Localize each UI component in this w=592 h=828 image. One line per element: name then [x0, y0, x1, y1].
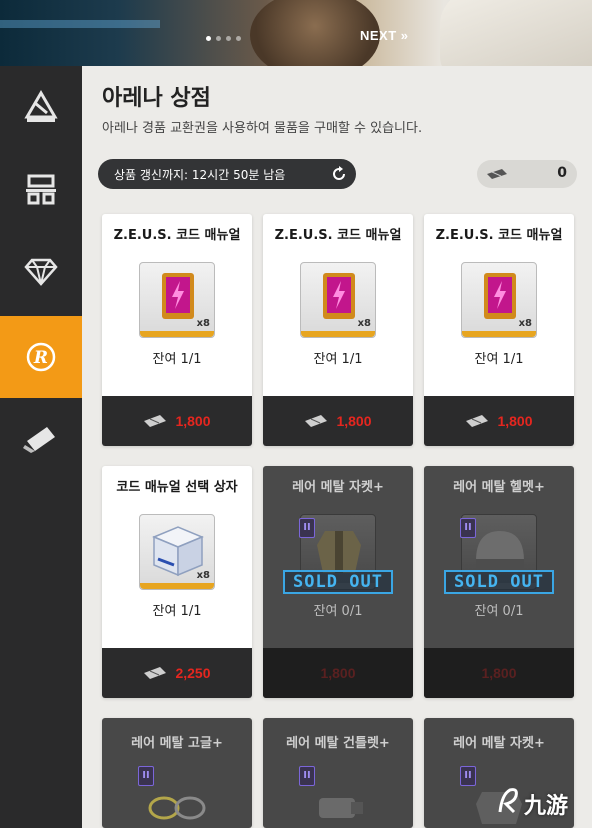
- ticket-icon: [23, 427, 55, 453]
- metal-gauntlet-icon: [319, 798, 363, 818]
- item-name: 레어 메탈 건틀렛+: [286, 736, 390, 751]
- shop-item-card[interactable]: Z.E.U.S. 코드 매뉴얼 x8 잔여 1/1 1,800: [424, 214, 574, 446]
- item-quantity: x8: [196, 318, 210, 329]
- arena-ticket-icon: [144, 667, 167, 679]
- item-price: 1,800: [320, 665, 356, 681]
- arena-icon: [24, 90, 58, 122]
- item-quantity: x8: [518, 318, 532, 329]
- shop-building-icon: [26, 174, 56, 205]
- refresh-timer-text: 상품 갱신까지: 12시간 50분 남음: [114, 167, 286, 182]
- purchase-price-button[interactable]: 2,250: [102, 648, 252, 698]
- item-name: 레어 메탈 고글+: [131, 736, 223, 751]
- arena-shop-panel: 아레나 상점 아레나 경품 교환권을 사용하여 물품을 구매할 수 있습니다. …: [82, 66, 592, 828]
- banner-dot[interactable]: [226, 36, 231, 41]
- banner-dot[interactable]: [236, 36, 241, 41]
- item-price: 1,800: [175, 413, 211, 429]
- item-name: Z.E.U.S. 코드 매뉴얼: [435, 228, 563, 243]
- currency-amount: 0: [557, 165, 567, 181]
- sold-out-stamp: SOLD OUT: [283, 570, 393, 594]
- sidebar-item-shop[interactable]: [0, 148, 82, 230]
- item-price: 1,800: [481, 665, 517, 681]
- item-tier-badge: II: [460, 518, 476, 538]
- purchase-price-button[interactable]: 1,800: [102, 396, 252, 446]
- item-thumbnail: x8: [139, 262, 215, 338]
- arena-ticket-icon: [144, 415, 167, 427]
- arena-ticket-icon: [487, 169, 507, 179]
- arena-r-icon: R: [26, 342, 56, 372]
- item-remaining: 잔여 1/1: [152, 352, 202, 367]
- shop-item-card[interactable]: 레어 메탈 건틀렛+ II: [263, 718, 413, 828]
- item-remaining: 잔여 0/1: [474, 604, 524, 619]
- item-quantity: x8: [357, 318, 371, 329]
- arena-ticket-icon: [305, 415, 328, 427]
- item-name: Z.E.U.S. 코드 매뉴얼: [113, 228, 241, 243]
- item-name: 코드 매뉴얼 선택 상자: [116, 480, 238, 495]
- item-remaining: 잔여 1/1: [474, 352, 524, 367]
- watermark-logo-icon: [498, 788, 518, 814]
- metal-goggles-icon: [148, 796, 206, 820]
- shop-item-card[interactable]: 코드 매뉴얼 선택 상자 x8 잔여 1/1 2,250: [102, 466, 252, 698]
- item-price: 1,800: [497, 413, 533, 429]
- item-name: 레어 메탈 헬멧+: [453, 480, 545, 495]
- purchase-price-button[interactable]: 1,800: [424, 396, 574, 446]
- purchase-price-button[interactable]: 1,800: [263, 396, 413, 446]
- currency-balance: 0: [477, 160, 577, 188]
- item-tier-badge: II: [460, 766, 476, 786]
- sidebar-item-arena[interactable]: [0, 66, 82, 148]
- shop-item-card[interactable]: Z.E.U.S. 코드 매뉴얼 x8 잔여 1/1 1,800: [263, 214, 413, 446]
- item-remaining: 잔여 0/1: [313, 604, 363, 619]
- banner-dot[interactable]: [216, 36, 221, 41]
- page-title: 아레나 상점: [102, 86, 211, 111]
- item-name: 레어 메탈 자켓+: [453, 736, 545, 751]
- item-name: Z.E.U.S. 코드 매뉴얼: [274, 228, 402, 243]
- shop-item-card-sold-out[interactable]: 레어 메탈 자켓+ II SOLD OUT 잔여 0/1 1,800: [263, 466, 413, 698]
- watermark-text: 九游: [524, 794, 569, 819]
- shop-category-sidebar: R: [0, 66, 92, 828]
- banner-next-button[interactable]: NEXT »: [360, 28, 409, 43]
- refresh-timer: 상품 갱신까지: 12시간 50분 남음: [98, 159, 356, 189]
- svg-text:R: R: [33, 348, 48, 368]
- item-thumbnail: x8: [139, 514, 215, 590]
- banner-dot[interactable]: [206, 36, 211, 41]
- sidebar-item-tickets[interactable]: [0, 398, 82, 480]
- item-remaining: 잔여 1/1: [313, 352, 363, 367]
- item-thumbnail: x8: [300, 262, 376, 338]
- sidebar-item-gems[interactable]: [0, 230, 82, 312]
- diamond-icon: [24, 258, 58, 286]
- banner-character-art-secondary: [440, 0, 592, 66]
- item-price: 1,800: [336, 413, 372, 429]
- page-subtitle: 아레나 경품 교환권을 사용하여 물품을 구매할 수 있습니다.: [102, 121, 423, 136]
- shop-item-card[interactable]: Z.E.U.S. 코드 매뉴얼 x8 잔여 1/1 1,800: [102, 214, 252, 446]
- shop-item-card[interactable]: 레어 메탈 고글+ II: [102, 718, 252, 828]
- shop-item-card-sold-out[interactable]: 레어 메탈 헬멧+ II SOLD OUT 잔여 0/1 1,800: [424, 466, 574, 698]
- item-tier-badge: II: [299, 766, 315, 786]
- sidebar-item-arena-shop[interactable]: R: [0, 316, 92, 398]
- arena-ticket-icon: [466, 415, 489, 427]
- banner-glow: [0, 20, 160, 28]
- item-name: 레어 메탈 자켓+: [292, 480, 384, 495]
- item-tier-badge: II: [299, 518, 315, 538]
- item-thumbnail: x8: [461, 262, 537, 338]
- event-banner[interactable]: NEXT »: [0, 0, 592, 66]
- item-price: 2,250: [175, 665, 211, 681]
- item-remaining: 잔여 1/1: [152, 604, 202, 619]
- banner-page-dots: [206, 36, 241, 41]
- item-tier-badge: II: [138, 766, 154, 786]
- sold-out-stamp: SOLD OUT: [444, 570, 554, 594]
- refresh-icon[interactable]: [330, 165, 348, 183]
- purchase-price-button: 1,800: [263, 648, 413, 698]
- item-quantity: x8: [196, 570, 210, 581]
- purchase-price-button: 1,800: [424, 648, 574, 698]
